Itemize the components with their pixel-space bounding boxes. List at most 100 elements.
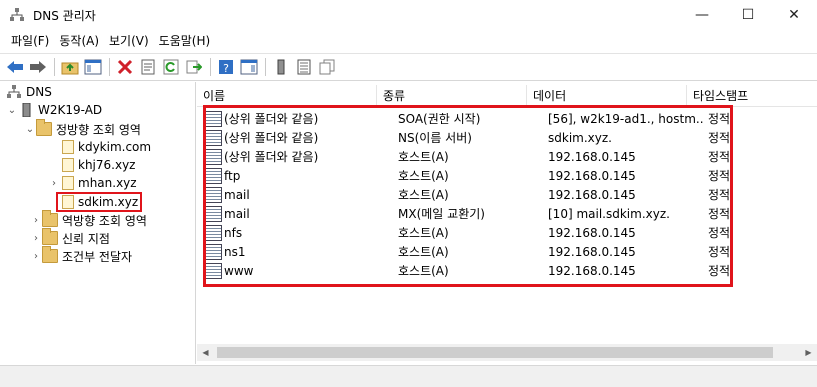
scroll-left-icon[interactable]: ◀ bbox=[197, 348, 214, 357]
menu-action[interactable]: 동작(A) bbox=[54, 31, 104, 51]
refresh-button[interactable] bbox=[160, 56, 182, 78]
delete-button[interactable] bbox=[114, 56, 136, 78]
record-type-cell: 호스트(A) bbox=[398, 169, 449, 183]
toolbar-separator bbox=[54, 58, 55, 76]
folder-icon bbox=[42, 228, 58, 245]
record-data-cell: 192.168.0.145 bbox=[548, 149, 636, 164]
record-name-cell: mail bbox=[224, 187, 250, 202]
record-type-cell: SOA(권한 시작) bbox=[398, 112, 481, 126]
table-row[interactable]: mail MX(메일 교환기) [10] mail.sdkim.xyz. 정적 bbox=[197, 204, 817, 223]
tree-node-conditional-forwarders[interactable]: › 조건부 전달자 bbox=[30, 246, 132, 265]
record-name-cell: ns1 bbox=[224, 244, 246, 259]
tree-node-zone[interactable]: khj76.xyz bbox=[48, 156, 135, 174]
folder-icon bbox=[42, 210, 58, 227]
table-row[interactable]: www 호스트(A) 192.168.0.145 정적 bbox=[197, 261, 817, 280]
tree-label: W2K19-AD bbox=[38, 103, 103, 117]
record-data-cell: 192.168.0.145 bbox=[548, 244, 636, 259]
scroll-right-icon[interactable]: ▶ bbox=[800, 348, 817, 357]
up-folder-button[interactable] bbox=[59, 56, 81, 78]
help-button[interactable]: ? bbox=[215, 56, 237, 78]
record-data-cell: 192.168.0.145 bbox=[548, 225, 636, 240]
back-button[interactable] bbox=[4, 56, 26, 78]
chevron-right-icon[interactable]: › bbox=[30, 215, 42, 226]
horizontal-scrollbar[interactable]: ◀ ▶ bbox=[197, 344, 817, 361]
tree-node-forward-zones[interactable]: ⌄ 정방향 조회 영역 bbox=[24, 119, 141, 138]
record-data-cell: 192.168.0.145 bbox=[548, 263, 636, 278]
tree-node-reverse-zones[interactable]: › 역방향 조회 영역 bbox=[30, 210, 147, 229]
dns-record-icon bbox=[205, 148, 222, 165]
up-folder-icon bbox=[61, 62, 79, 75]
properties-button[interactable] bbox=[137, 56, 159, 78]
table-row[interactable]: ftp 호스트(A) 192.168.0.145 정적 bbox=[197, 166, 817, 185]
record-name-cell: ftp bbox=[224, 168, 241, 183]
chevron-right-icon[interactable]: › bbox=[30, 233, 42, 244]
dns-record-icon bbox=[205, 129, 222, 146]
record-data-cell: 192.168.0.145 bbox=[548, 168, 636, 183]
table-row[interactable]: mail 호스트(A) 192.168.0.145 정적 bbox=[197, 185, 817, 204]
maximize-button[interactable]: ☐ bbox=[725, 0, 771, 30]
record-name-cell: nfs bbox=[224, 225, 243, 240]
tree-node-server[interactable]: ⌄ W2K19-AD bbox=[6, 101, 102, 119]
dns-record-icon bbox=[205, 110, 222, 127]
table-row[interactable]: (상위 폴더와 같음) NS(이름 서버) sdkim.xyz. 정적 bbox=[197, 128, 817, 147]
action-pane-button[interactable] bbox=[238, 56, 260, 78]
chevron-down-icon[interactable]: ⌄ bbox=[6, 105, 18, 116]
tree-node-zone[interactable]: kdykim.com bbox=[48, 138, 151, 156]
chevron-right-icon[interactable]: › bbox=[30, 251, 42, 262]
table-row[interactable]: (상위 폴더와 같음) 호스트(A) 192.168.0.145 정적 bbox=[197, 147, 817, 166]
record-timestamp-cell: 정적 bbox=[708, 112, 731, 126]
record-type-cell: 호스트(A) bbox=[398, 264, 449, 278]
record-data-cell: [10] mail.sdkim.xyz. bbox=[548, 206, 670, 221]
copy-button[interactable] bbox=[316, 56, 338, 78]
record-name-cell: mail bbox=[224, 206, 250, 221]
toolbar-separator bbox=[210, 58, 211, 76]
record-timestamp-cell: 정적 bbox=[708, 207, 731, 221]
record-type-cell: 호스트(A) bbox=[398, 226, 449, 240]
menu-file[interactable]: 파일(F) bbox=[6, 31, 54, 51]
record-data-cell: 192.168.0.145 bbox=[548, 187, 636, 202]
close-button[interactable]: ✕ bbox=[771, 0, 817, 30]
server-button[interactable] bbox=[270, 56, 292, 78]
action-pane-icon bbox=[240, 59, 258, 75]
tree-node-zone[interactable]: › mhan.xyz bbox=[48, 174, 137, 192]
tree-label: khj76.xyz bbox=[78, 158, 136, 172]
tree-node-dns[interactable]: DNS bbox=[6, 83, 52, 101]
column-header-name[interactable]: 이름 bbox=[197, 85, 377, 107]
tree-node-trust-points[interactable]: › 신뢰 지점 bbox=[30, 228, 110, 247]
chevron-down-icon[interactable]: ⌄ bbox=[24, 124, 36, 135]
dns-record-icon bbox=[205, 224, 222, 241]
tree-label: 역방향 조회 영역 bbox=[62, 213, 147, 228]
menu-bar: 파일(F) 동작(A) 보기(V) 도움말(H) bbox=[0, 30, 817, 52]
scrollbar-thumb[interactable] bbox=[217, 347, 773, 358]
record-timestamp-cell: 정적 bbox=[708, 245, 731, 259]
table-row[interactable]: (상위 폴더와 같음) SOA(권한 시작) [56], w2k19-ad1., h… bbox=[197, 109, 817, 128]
menu-view[interactable]: 보기(V) bbox=[104, 31, 154, 51]
record-name-cell: (상위 폴더와 같음) bbox=[224, 131, 319, 145]
chevron-right-icon[interactable]: › bbox=[48, 178, 60, 189]
dns-record-icon bbox=[205, 186, 222, 203]
zone-file-icon bbox=[62, 140, 74, 154]
menu-help[interactable]: 도움말(H) bbox=[154, 31, 216, 51]
svg-text:?: ? bbox=[223, 62, 229, 75]
table-row[interactable]: nfs 호스트(A) 192.168.0.145 정적 bbox=[197, 223, 817, 242]
record-type-cell: 호스트(A) bbox=[398, 188, 449, 202]
selection-highlight-box bbox=[56, 192, 142, 212]
record-type-cell: NS(이름 서버) bbox=[398, 131, 472, 145]
column-header-type[interactable]: 종류 bbox=[377, 85, 527, 107]
table-row[interactable]: ns1 호스트(A) 192.168.0.145 정적 bbox=[197, 242, 817, 261]
export-list-button[interactable] bbox=[183, 56, 205, 78]
dns-record-icon bbox=[205, 205, 222, 222]
column-header-timestamp[interactable]: 타임스탬프 bbox=[687, 85, 807, 107]
minimize-button[interactable]: — bbox=[679, 0, 725, 30]
record-timestamp-cell: 정적 bbox=[708, 169, 731, 183]
record-name-cell: www bbox=[224, 263, 254, 278]
records-view-button[interactable] bbox=[293, 56, 315, 78]
properties-icon bbox=[141, 59, 155, 75]
record-timestamp-cell: 정적 bbox=[708, 131, 731, 145]
dns-record-icon bbox=[205, 262, 222, 279]
show-hide-tree-button[interactable] bbox=[82, 56, 104, 78]
record-timestamp-cell: 정적 bbox=[708, 188, 731, 202]
column-header-data[interactable]: 데이터 bbox=[527, 85, 687, 107]
folder-icon bbox=[42, 246, 58, 263]
forward-button[interactable] bbox=[27, 56, 49, 78]
